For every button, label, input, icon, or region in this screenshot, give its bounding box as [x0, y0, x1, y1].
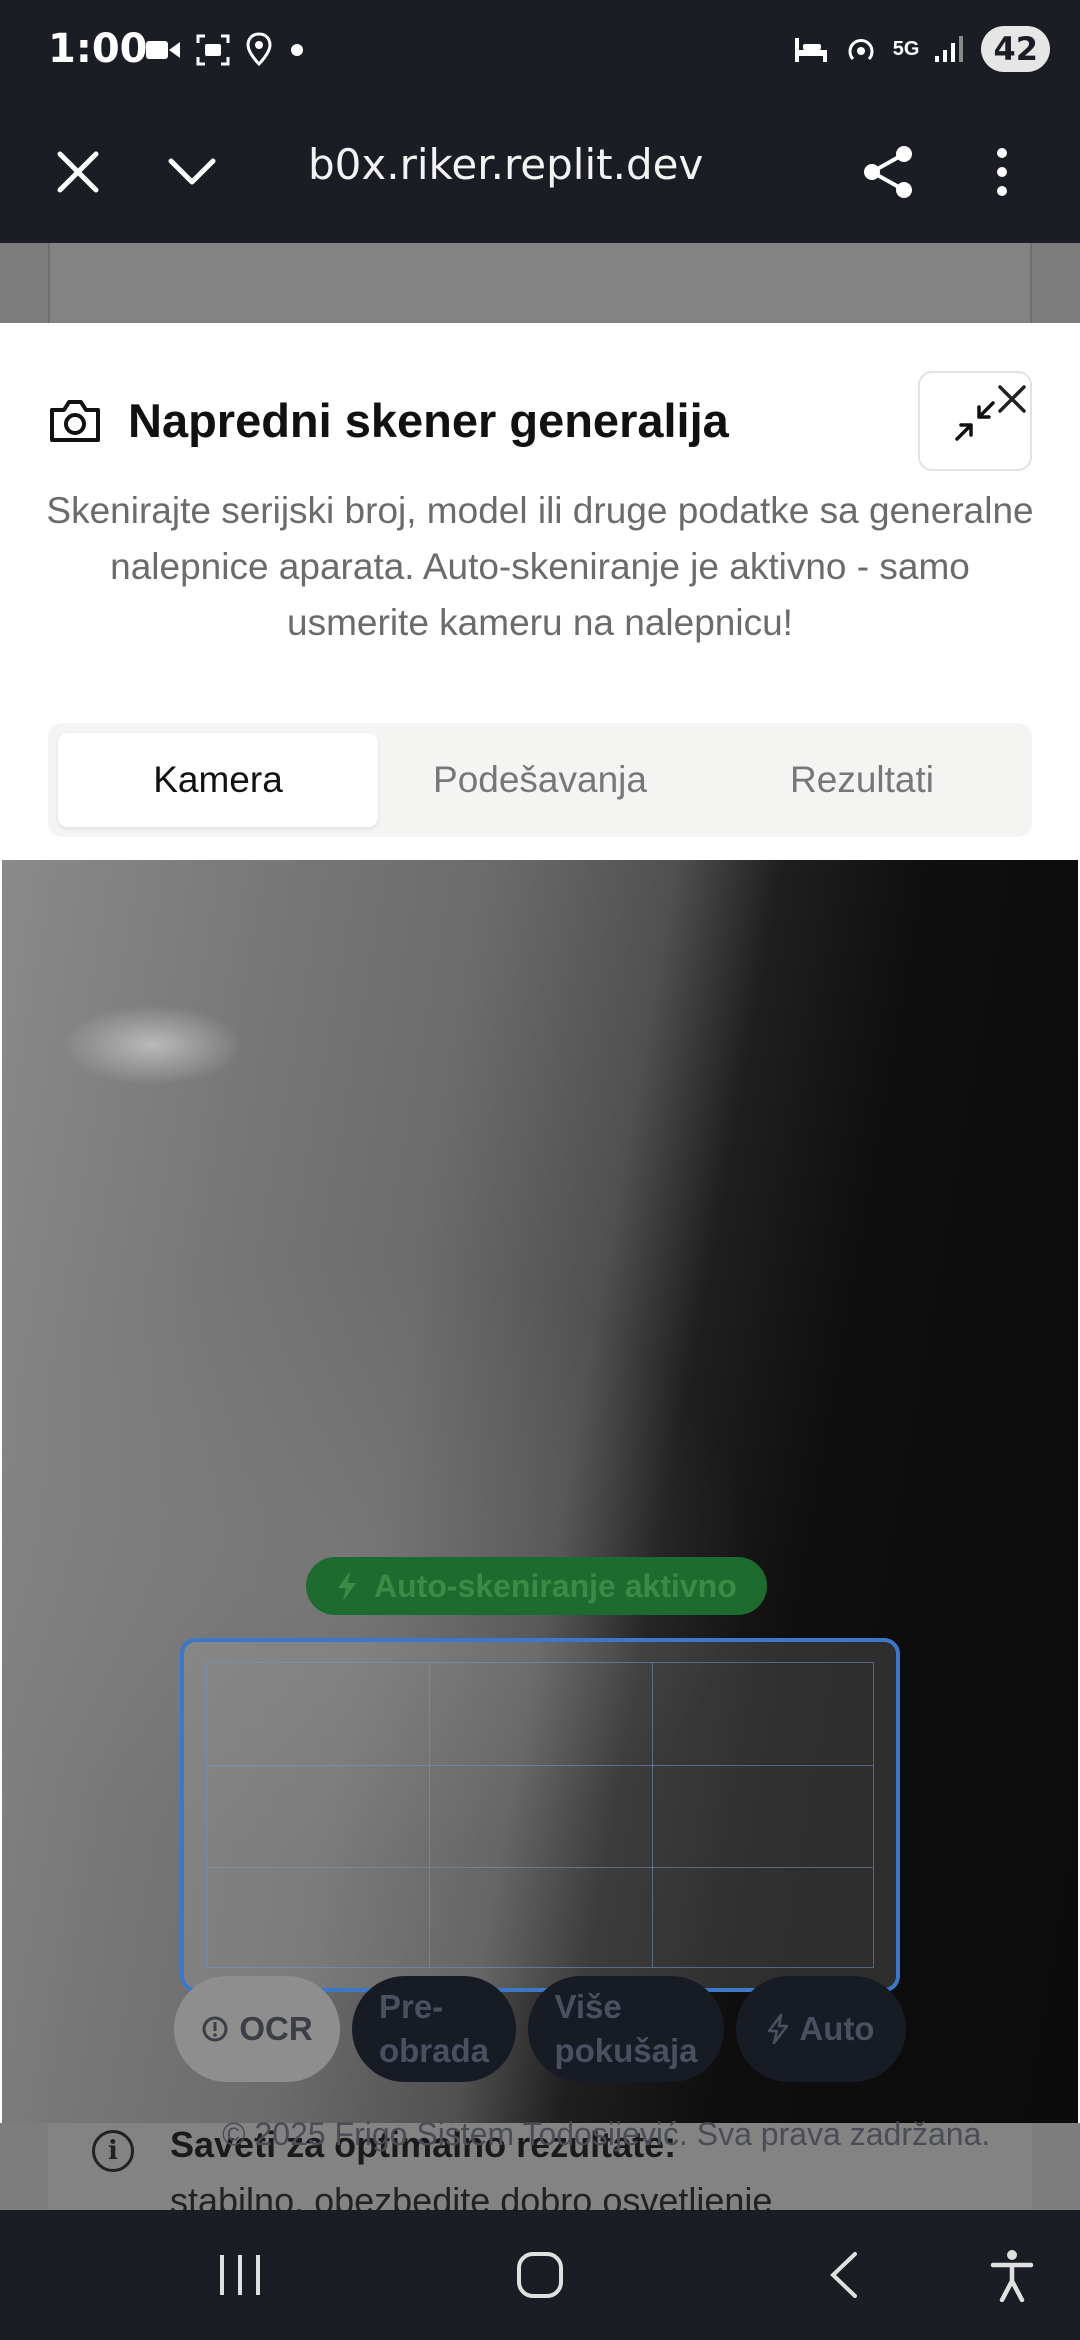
- preprocess-label: Pre- obrada: [379, 1985, 489, 2073]
- tab-bar: Kamera Podešavanja Rezultati: [48, 723, 1032, 837]
- share-button[interactable]: [848, 132, 928, 212]
- preprocess-button[interactable]: Pre- obrada: [352, 1976, 516, 2082]
- grid-line: [429, 1663, 430, 1967]
- back-button[interactable]: [804, 2240, 884, 2310]
- navigation-bar: [0, 2210, 1080, 2340]
- background-page-top: [0, 243, 1080, 323]
- tip-text: stabilno, obezbedite dobro osvetljenje: [170, 2180, 773, 2210]
- browser-toolbar: b0x.riker.replit.dev: [0, 100, 1080, 243]
- signal-icon: [935, 36, 964, 62]
- grid-line: [207, 1765, 873, 1766]
- screen-record-icon: [196, 34, 230, 66]
- close-tab-button[interactable]: [38, 132, 118, 212]
- multiple-attempts-button[interactable]: Više pokušaja: [528, 1976, 724, 2082]
- video-camera-icon: [146, 41, 180, 59]
- network-type: 5G: [892, 37, 920, 60]
- copyright-text: © 2025 Frigo Sistem Todosijević. Sva pra…: [222, 2116, 991, 2152]
- scan-grid: [206, 1662, 874, 1968]
- ocr-button[interactable]: OCR: [174, 1976, 340, 2082]
- share-icon: [864, 146, 912, 198]
- auto-button[interactable]: Auto: [736, 1976, 906, 2082]
- dot-icon: [291, 44, 303, 56]
- more-options-button[interactable]: [962, 132, 1042, 212]
- chevron-down-icon: [168, 158, 216, 185]
- accessibility-icon: [990, 2250, 1034, 2302]
- attempts-label-line2: pokušaja: [554, 2032, 698, 2069]
- close-icon: [57, 151, 99, 193]
- dialog-description: Skenirajte serijski broj, model ili drug…: [46, 490, 1034, 643]
- background-card: [48, 243, 1032, 323]
- close-dialog-button[interactable]: [988, 375, 1036, 423]
- camera-icon: [50, 399, 100, 442]
- lightning-icon: [768, 2014, 789, 2044]
- tab-results[interactable]: Rezultati: [702, 733, 1022, 827]
- preprocess-label-line1: Pre-: [378, 1988, 444, 2025]
- status-bar: 1:00 5G 42: [0, 0, 1080, 100]
- alert-circle-icon: [202, 2016, 228, 2042]
- close-icon: [998, 385, 1026, 413]
- location-icon: [246, 32, 272, 67]
- home-button[interactable]: [500, 2240, 580, 2310]
- grid-line: [652, 1663, 653, 1967]
- info-icon: i: [92, 2130, 134, 2172]
- tab-settings[interactable]: Podešavanja: [380, 733, 700, 827]
- collapse-button[interactable]: [152, 132, 232, 212]
- hotspot-icon: [848, 39, 874, 61]
- status-left-icons: [145, 32, 307, 68]
- recent-apps-icon: [220, 2255, 260, 2295]
- auto-scan-label: Auto-skeniranje aktivno: [374, 1567, 737, 1604]
- more-vertical-icon: [997, 148, 1007, 196]
- preprocess-label-line2: obrada: [378, 2032, 490, 2069]
- recent-apps-button[interactable]: [200, 2240, 280, 2310]
- lightning-icon: [338, 1571, 356, 1601]
- status-right-icons: 5G 42: [793, 26, 1050, 72]
- attempts-label-line1: Više: [554, 1988, 622, 2025]
- tab-camera[interactable]: Kamera: [58, 733, 378, 827]
- status-time: 1:00: [48, 26, 148, 72]
- url-text[interactable]: b0x.riker.replit.dev: [308, 140, 703, 189]
- attempts-label: Više pokušaja: [554, 1985, 697, 2073]
- auto-label: Auto: [799, 2010, 875, 2047]
- dialog-header: Napredni skener generalija: [48, 393, 729, 448]
- home-icon: [517, 2252, 563, 2298]
- battery-indicator: 42: [981, 26, 1050, 72]
- accessibility-button[interactable]: [972, 2240, 1052, 2310]
- dialog-title: Napredni skener generalija: [128, 394, 729, 447]
- auto-scan-badge: Auto-skeniranje aktivno: [306, 1557, 767, 1615]
- bed-icon: [794, 38, 827, 62]
- grid-line: [207, 1867, 873, 1868]
- back-icon: [830, 2252, 857, 2298]
- ocr-label: OCR: [239, 2010, 313, 2047]
